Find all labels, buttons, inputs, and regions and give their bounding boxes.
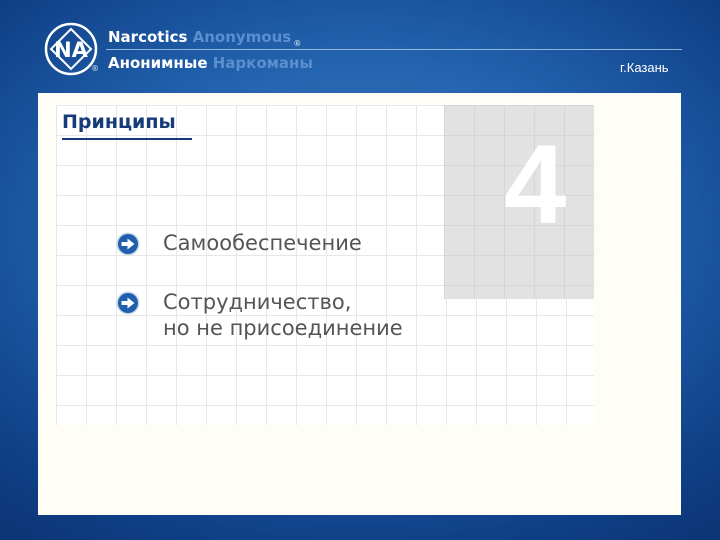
slide-title: Принципы [62,111,176,133]
list-item-line: но не присоединение [163,316,403,340]
brand-name-english: Narcotics Anonymous ® [108,28,301,48]
arrow-right-circle-icon [116,232,140,256]
list-item-line: Сотрудничество, [163,290,352,314]
logo-registered-mark: ® [91,64,99,73]
brand-registered-mark: ® [293,39,302,48]
brand-english-light: Anonymous [192,28,292,46]
list-item-text: Самообеспечение [163,230,362,256]
header-divider [106,49,682,50]
arrow-right-circle-icon [116,291,140,315]
slide-panel: 4 Принципы Самообеспечение Сотрудничеств… [38,93,681,515]
na-logo-icon: NA [44,22,98,76]
brand-english-bold: Narcotics [108,28,188,46]
title-underline [62,138,192,140]
brand-russian-light: Наркоманы [212,54,313,72]
logo-letters: NA [54,38,89,62]
city-label: г.Казань [620,60,669,75]
list-item-line: Самообеспечение [163,231,362,255]
slide-number: 4 [504,122,567,247]
brand-name-russian: Анонимные Наркоманы [108,54,313,72]
brand-russian-bold: Анонимные [108,54,208,72]
list-item-text: Сотрудничество, но не присоединение [163,289,403,341]
